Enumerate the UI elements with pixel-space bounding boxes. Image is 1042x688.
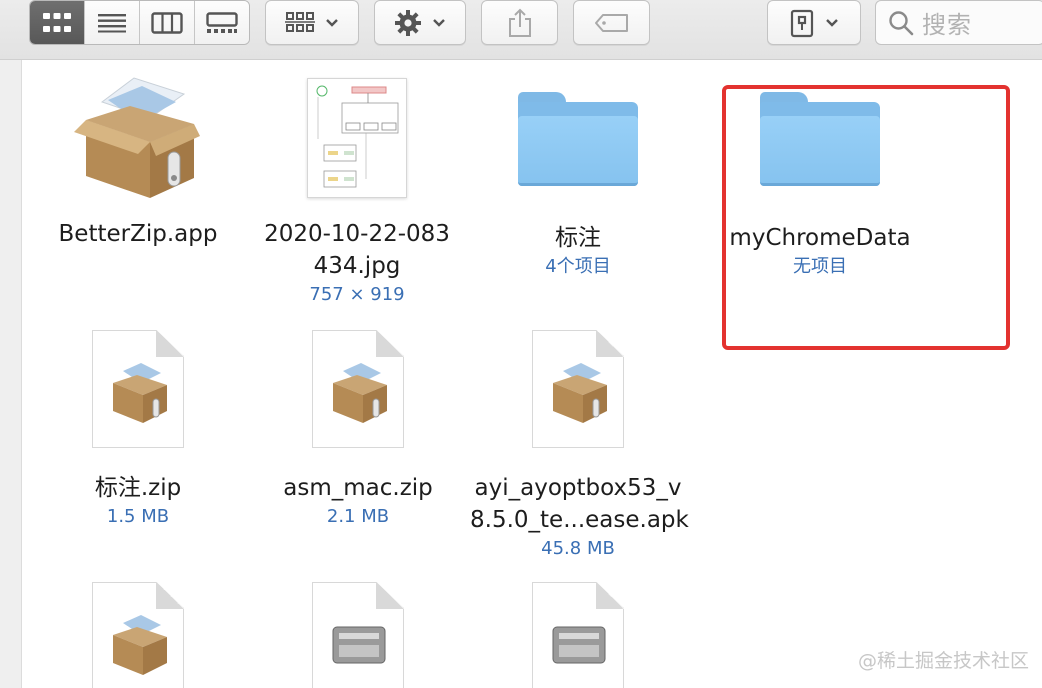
- folder-item-annotation[interactable]: 标注 4个项目: [470, 92, 686, 280]
- file-size: 1.5 MB: [106, 506, 170, 527]
- highlight-box: [722, 85, 1010, 350]
- file-item-dmg-partial-2[interactable]: [470, 582, 686, 688]
- share-button[interactable]: [481, 0, 558, 45]
- file-item-screenshot-jpg[interactable]: 2020-10-22-083 434.jpg 757 × 919: [249, 78, 465, 308]
- column-view-button[interactable]: [139, 1, 194, 44]
- list-view-icon: [98, 13, 126, 32]
- file-item-annotation-zip[interactable]: 标注.zip 1.5 MB: [30, 330, 246, 530]
- disk-image-icon: [532, 582, 624, 688]
- chevron-down-icon: [826, 18, 838, 27]
- sidebar-edge: [0, 60, 22, 688]
- gear-icon: [395, 9, 421, 36]
- group-by-dropdown[interactable]: [265, 0, 359, 45]
- image-thumbnail: [307, 78, 407, 198]
- folder-item-count: 4个项目: [545, 256, 611, 277]
- file-name: BetterZip.app: [58, 221, 218, 247]
- column-view-icon: [151, 11, 183, 34]
- folder-name: 标注: [555, 225, 601, 251]
- search-placeholder: 搜索: [922, 11, 972, 39]
- zip-document-icon: [92, 330, 184, 448]
- betterzip-app-icon: [72, 72, 204, 204]
- file-name-line-1: 2020-10-22-083: [264, 221, 450, 247]
- group-grid-icon: [285, 11, 315, 32]
- gallery-view-button[interactable]: [194, 1, 249, 44]
- view-mode-segmented-control[interactable]: [29, 0, 250, 45]
- file-name-line-2: 8.5.0_te...ease.apk: [470, 507, 689, 533]
- search-icon: [889, 10, 914, 35]
- zip-document-icon: [312, 330, 404, 448]
- list-view-button[interactable]: [84, 1, 139, 44]
- archive-box-icon: [790, 9, 814, 37]
- icon-view-icon: [43, 12, 71, 32]
- file-size: 45.8 MB: [541, 538, 615, 559]
- file-item-apk[interactable]: ayi_ayoptbox53_v 8.5.0_te...ease.apk 45.…: [470, 330, 689, 562]
- file-dimensions: 757 × 919: [309, 284, 405, 305]
- file-item-dmg-partial-1[interactable]: [250, 582, 466, 688]
- zip-document-icon: [92, 582, 184, 688]
- share-icon: [508, 8, 531, 37]
- file-name-line-1: ayi_ayoptbox53_v: [474, 475, 682, 501]
- zip-document-icon: [532, 330, 624, 448]
- finder-toolbar: 搜索: [0, 0, 1042, 60]
- folder-icon: [518, 92, 638, 188]
- file-item-asm-mac-zip[interactable]: asm_mac.zip 2.1 MB: [250, 330, 466, 530]
- search-field[interactable]: 搜索: [875, 0, 1042, 45]
- tag-icon: [594, 13, 628, 32]
- action-menu-button[interactable]: [374, 0, 466, 45]
- add-to-archive-dropdown[interactable]: [767, 0, 861, 45]
- edit-tags-button[interactable]: [573, 0, 650, 45]
- chevron-down-icon: [433, 18, 445, 27]
- file-item-betterzip[interactable]: BetterZip.app: [30, 72, 246, 250]
- watermark: @稀土掘金技术社区: [858, 650, 1030, 672]
- file-name: 标注.zip: [94, 475, 182, 501]
- disk-image-icon: [312, 582, 404, 688]
- file-item-zip-partial[interactable]: [30, 582, 246, 688]
- gallery-view-icon: [206, 11, 238, 33]
- file-name-line-2: 434.jpg: [313, 253, 401, 279]
- file-name: asm_mac.zip: [283, 475, 433, 501]
- chevron-down-icon: [326, 18, 338, 27]
- icon-view-button[interactable]: [30, 1, 84, 44]
- file-size: 2.1 MB: [326, 506, 390, 527]
